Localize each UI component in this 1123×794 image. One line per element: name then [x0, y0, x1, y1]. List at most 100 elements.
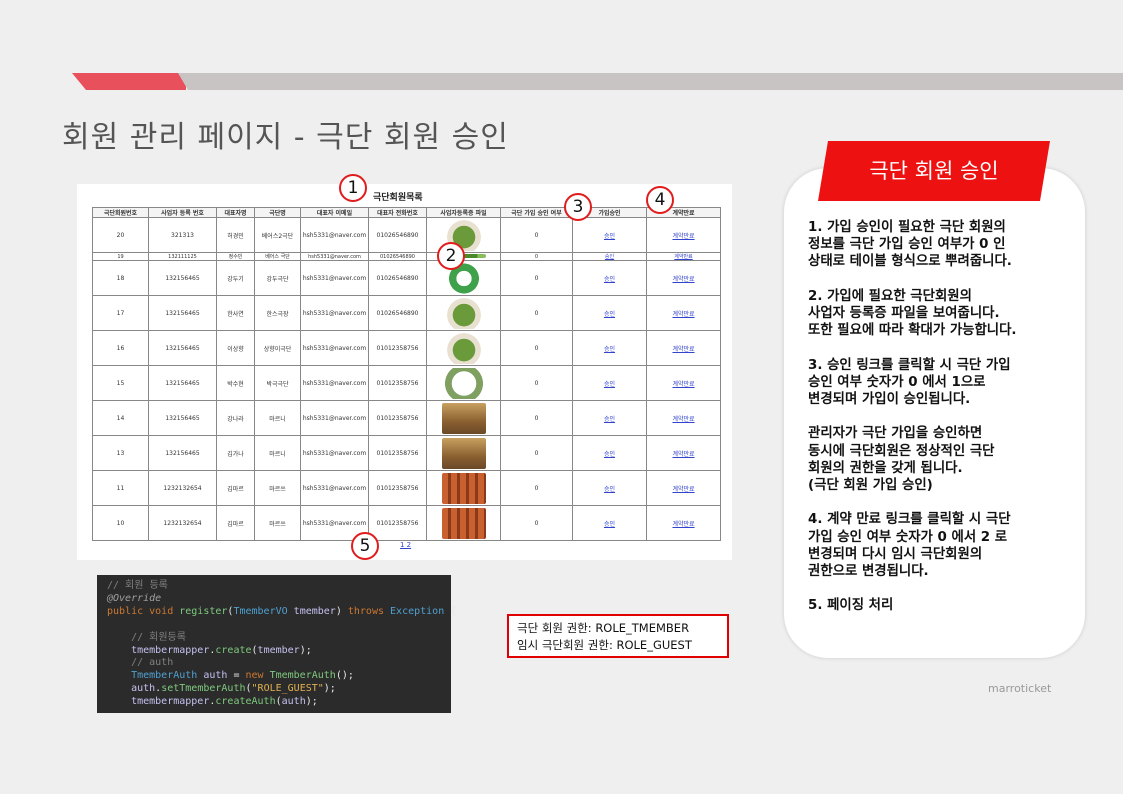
code-token: TmemberVO	[233, 605, 294, 617]
approve-link[interactable]: 승인	[604, 486, 615, 493]
cell-rep: 박수현	[216, 365, 255, 401]
code-line: auth.setTmemberAuth("ROLE_GUEST");	[107, 683, 441, 696]
cell-phone: 01026546890	[368, 217, 427, 253]
code-token: tmembermapper	[107, 696, 210, 708]
license-thumbnail[interactable]	[441, 367, 486, 399]
contract-expire-link[interactable]: 계약만료	[672, 486, 694, 493]
cell-phone: 01026546890	[368, 295, 427, 331]
contract-expire-link[interactable]: 계약만료	[672, 521, 694, 528]
table-row: 17 132156465 한사연 한스극장 hsh5331@naver.com 01026…	[92, 295, 721, 331]
cell-expire: 계약만료	[646, 217, 721, 253]
contract-expire-link[interactable]: 계약만료	[674, 254, 692, 260]
cell-rep: 김가나	[216, 435, 255, 471]
marker-4: 4	[646, 186, 674, 214]
cell-phone: 01012358756	[368, 330, 427, 366]
contract-expire-link[interactable]: 계약만료	[672, 346, 694, 353]
approve-link[interactable]: 승인	[604, 276, 615, 283]
approve-link[interactable]: 승인	[604, 521, 615, 528]
cell-email: hsh5331@naver.com	[300, 470, 369, 506]
cell-approve: 승인	[572, 400, 647, 436]
cell-no: 15	[92, 365, 149, 401]
cell-expire: 계약만료	[646, 365, 721, 401]
table-row: 16 132156465 이상향 상향이극단 hsh5331@naver.com 0101…	[92, 330, 721, 366]
cell-approve: 승인	[572, 252, 647, 261]
desc-item-3: 3. 승인 링크를 클릭할 시 극단 가입 승인 여부 숫자가 0 에서 1으로…	[808, 357, 1011, 407]
cell-email: hsh5331@naver.com	[300, 252, 369, 261]
cell-expire: 계약만료	[646, 260, 721, 296]
marker-5: 5	[351, 532, 379, 560]
cell-email: hsh5331@naver.com	[300, 435, 369, 471]
code-token: ();	[335, 670, 354, 682]
code-token: throws	[347, 605, 391, 617]
cell-license-file	[426, 330, 501, 366]
table-row: 11 1232132654 김마르 마르쓰 hsh5331@naver.com 01012…	[92, 470, 721, 506]
contract-expire-link[interactable]: 계약만료	[672, 233, 694, 240]
cell-approved: 0	[500, 330, 573, 366]
approve-link[interactable]: 승인	[604, 416, 615, 423]
code-token: register	[179, 605, 228, 617]
cell-biz: 132156465	[148, 330, 217, 366]
cell-no: 20	[92, 217, 149, 253]
cell-troupe: 박극극단	[254, 365, 301, 401]
column-header: 사업자 등록 번호	[148, 207, 217, 218]
approve-link[interactable]: 승인	[604, 311, 615, 318]
cell-troupe: 마르니	[254, 435, 301, 471]
approve-link[interactable]: 승인	[605, 254, 614, 260]
license-thumbnail[interactable]	[441, 332, 486, 364]
cell-approve: 승인	[572, 435, 647, 471]
header-accent-grey	[178, 73, 1123, 90]
column-header: 극단 가입 승인 여부	[500, 207, 573, 218]
cell-license-file	[426, 505, 501, 541]
cell-approved: 0	[500, 295, 573, 331]
license-thumbnail[interactable]	[441, 507, 486, 539]
cell-no: 18	[92, 260, 149, 296]
approve-link[interactable]: 승인	[604, 451, 615, 458]
cell-expire: 계약만료	[646, 330, 721, 366]
cell-approved: 0	[500, 505, 573, 541]
cell-phone: 01026546890	[368, 260, 427, 296]
cell-biz: 321313	[148, 217, 217, 253]
cell-email: hsh5331@naver.com	[300, 295, 369, 331]
card-banner-title: 극단 회원 승인	[818, 141, 1050, 201]
code-token: @Override	[107, 592, 162, 604]
license-thumbnail[interactable]	[441, 437, 486, 469]
cell-no: 11	[92, 470, 149, 506]
cell-approve: 승인	[572, 295, 647, 331]
contract-expire-link[interactable]: 계약만료	[672, 276, 694, 283]
table-header-row: 극단회원번호 사업자 등록 번호 대표자명 극단명 대표자 이메일 대표자 전화번호 사업자…	[92, 207, 721, 218]
code-line: tmembermapper.create(tmember);	[107, 645, 441, 658]
cell-license-file	[426, 470, 501, 506]
code-token: create	[215, 644, 252, 656]
table-row: 20 321313 허경민 베어스2극단 hsh5331@naver.com 010265…	[92, 217, 721, 253]
table-row: 18 132156465 강두기 강두극단 hsh5331@naver.com 01026…	[92, 260, 721, 296]
cell-troupe: 마르쓰	[254, 470, 301, 506]
license-thumbnail[interactable]	[441, 472, 486, 504]
cell-approved: 0	[500, 400, 573, 436]
cell-phone: 01012358756	[368, 470, 427, 506]
approve-link[interactable]: 승인	[604, 233, 615, 240]
cell-rep: 김마르	[216, 470, 255, 506]
cell-phone: 01012358756	[368, 400, 427, 436]
marker-3: 3	[564, 193, 592, 221]
card-description: 1. 가입 승인이 필요한 극단 회원의 정보를 극단 가입 승인 여부가 0 …	[808, 219, 1073, 632]
contract-expire-link[interactable]: 계약만료	[672, 381, 694, 388]
contract-expire-link[interactable]: 계약만료	[672, 416, 694, 423]
contract-expire-link[interactable]: 계약만료	[672, 451, 694, 458]
approve-link[interactable]: 승인	[604, 346, 615, 353]
cell-biz: 1232132654	[148, 505, 217, 541]
cell-biz: 132156465	[148, 295, 217, 331]
code-line: public void register(TmemberVO tmember) …	[107, 605, 456, 619]
column-header: 사업자등록증 파일	[426, 207, 501, 218]
cell-troupe: 강두극단	[254, 260, 301, 296]
desc-item-5: 5. 페이징 처리	[808, 598, 894, 614]
table-row: 13 132156465 김가나 마르니 hsh5331@naver.com 010123…	[92, 435, 721, 471]
license-thumbnail[interactable]	[441, 402, 486, 434]
license-thumbnail[interactable]	[441, 297, 486, 329]
cell-approve: 승인	[572, 505, 647, 541]
approve-link[interactable]: 승인	[604, 381, 615, 388]
cell-phone: 01012358756	[368, 365, 427, 401]
cell-approved: 0	[500, 252, 573, 261]
pagination[interactable]: 1 2	[400, 541, 411, 549]
contract-expire-link[interactable]: 계약만료	[672, 311, 694, 318]
member-list-screenshot: 극단회원목록 극단회원번호 사업자 등록 번호 대표자명 극단명 대표자 이메일 대표자 …	[77, 184, 732, 560]
